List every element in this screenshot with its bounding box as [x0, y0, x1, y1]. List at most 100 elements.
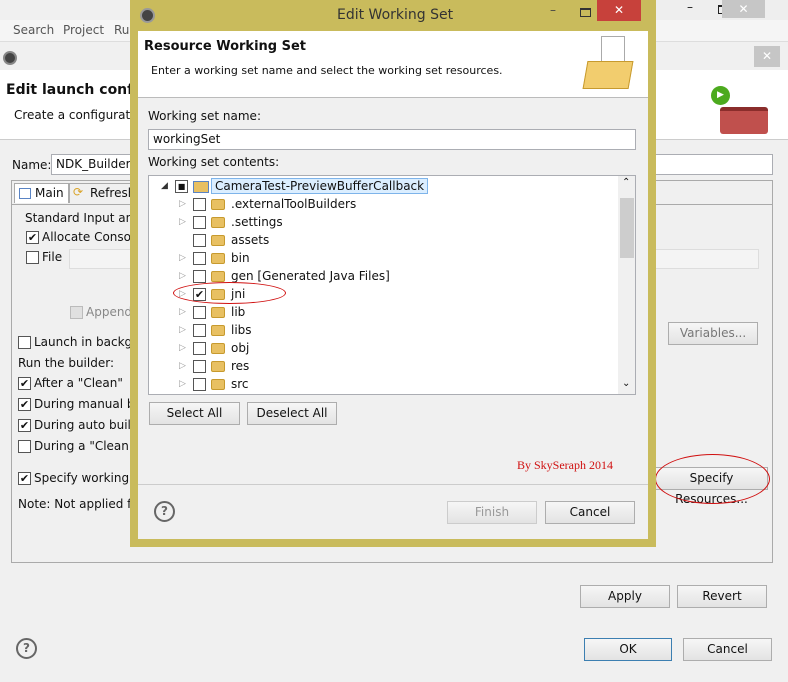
dialog-header-title: Resource Working Set: [144, 39, 307, 54]
item-label: obj: [231, 341, 250, 355]
item-checkbox[interactable]: [193, 216, 206, 229]
item-checkbox[interactable]: [193, 234, 206, 247]
dialog-title: Edit Working Set: [337, 7, 454, 23]
item-label: .settings: [231, 215, 283, 229]
launch-background-checkbox[interactable]: [18, 336, 31, 349]
collapse-icon[interactable]: ◢: [161, 181, 168, 191]
deselect-all-button[interactable]: Deselect All: [247, 402, 337, 425]
during-clean-checkbox[interactable]: [18, 440, 31, 453]
tree-item[interactable]: ▷ bin: [149, 250, 609, 268]
specify-working-set-checkbox[interactable]: ✔: [18, 472, 31, 485]
menu-project[interactable]: Project: [63, 23, 104, 37]
name-label: Working set name:: [148, 109, 261, 123]
run-builder-label: Run the builder:: [18, 356, 114, 370]
app-icon: [3, 51, 17, 65]
folder-icon: [211, 217, 225, 228]
header-desc: Create a configuration: [14, 108, 149, 122]
select-all-button[interactable]: Select All: [149, 402, 240, 425]
scrollbar-thumb[interactable]: [620, 198, 634, 258]
expand-icon[interactable]: ▷: [179, 217, 186, 227]
after-clean-label: After a "Clean": [34, 376, 123, 390]
folder-icon: [211, 379, 225, 390]
close-button[interactable]: ✕: [754, 46, 780, 67]
maximize-icon[interactable]: [580, 8, 591, 17]
allocate-console-checkbox[interactable]: ✔: [26, 231, 39, 244]
folder-icon: [211, 361, 225, 372]
apply-button[interactable]: Apply: [580, 585, 670, 608]
folder-icon: [211, 235, 225, 246]
folder-icon: [211, 199, 225, 210]
main-window-controls: – ✕: [655, 0, 788, 20]
after-clean-checkbox[interactable]: ✔: [18, 377, 31, 390]
expand-icon[interactable]: ▷: [179, 271, 186, 281]
folder-icon: [211, 325, 225, 336]
item-label: .externalToolBuilders: [231, 197, 357, 211]
item-checkbox[interactable]: [193, 306, 206, 319]
scroll-down-icon[interactable]: ⌄: [622, 378, 630, 389]
tree-item[interactable]: assets: [149, 232, 609, 250]
dialog-cancel-button[interactable]: Cancel: [545, 501, 635, 524]
file-label: File: [42, 250, 63, 264]
help-icon[interactable]: ?: [16, 638, 37, 659]
expand-icon[interactable]: ▷: [179, 253, 186, 263]
folder-icon: [211, 271, 225, 282]
expand-icon[interactable]: ▷: [179, 343, 186, 353]
append-checkbox[interactable]: [70, 306, 83, 319]
working-set-name-input[interactable]: workingSet: [148, 129, 636, 150]
tree-item[interactable]: ▷ .settings: [149, 214, 609, 232]
tab-main-label: Main: [35, 186, 64, 200]
tree-item[interactable]: ▷ res: [149, 358, 609, 376]
dialog-close-button[interactable]: ✕: [597, 0, 641, 21]
close-icon[interactable]: ✕: [722, 0, 765, 18]
ok-button[interactable]: OK: [584, 638, 672, 661]
during-clean-label: During a "Clean": [34, 439, 135, 453]
expand-icon[interactable]: ▷: [179, 199, 186, 209]
auto-build-checkbox[interactable]: ✔: [18, 419, 31, 432]
item-checkbox[interactable]: [193, 270, 206, 283]
revert-button[interactable]: Revert: [677, 585, 767, 608]
root-label: CameraTest-PreviewBufferCallback: [211, 178, 429, 194]
tree-item[interactable]: ▷ .externalToolBuilders: [149, 196, 609, 214]
tree-item[interactable]: ▷ obj: [149, 340, 609, 358]
item-checkbox[interactable]: [193, 342, 206, 355]
tab-refresh[interactable]: ⟳ Refresh: [69, 183, 139, 203]
item-checkbox[interactable]: [193, 360, 206, 373]
expand-icon[interactable]: ▷: [179, 325, 186, 335]
minimize-icon[interactable]: –: [687, 0, 693, 14]
item-checkbox[interactable]: [193, 378, 206, 391]
expand-icon[interactable]: ▷: [179, 361, 186, 371]
tab-main[interactable]: Main: [14, 183, 69, 203]
menu-search[interactable]: Search: [13, 23, 54, 37]
item-label: libs: [231, 323, 252, 337]
file-checkbox[interactable]: [26, 251, 39, 264]
footer-divider: [138, 484, 648, 485]
tree-item[interactable]: ▷ lib: [149, 304, 609, 322]
launch-background-label: Launch in backgro: [34, 335, 145, 349]
manual-build-checkbox[interactable]: ✔: [18, 398, 31, 411]
tree-item[interactable]: ▷ src: [149, 376, 609, 394]
allocate-console-label: Allocate Console: [42, 230, 142, 244]
project-folder-icon: [193, 181, 209, 193]
item-checkbox[interactable]: [193, 198, 206, 211]
scroll-up-icon[interactable]: ⌃: [622, 177, 630, 188]
help-icon[interactable]: ?: [154, 501, 175, 522]
expand-icon[interactable]: ▷: [179, 307, 186, 317]
tree-item[interactable]: ▷ libs: [149, 322, 609, 340]
tree-root[interactable]: ◢ ■ CameraTest-PreviewBufferCallback: [149, 178, 609, 196]
cancel-button[interactable]: Cancel: [683, 638, 772, 661]
item-checkbox[interactable]: [193, 252, 206, 265]
manual-build-label: During manual bu: [34, 397, 143, 411]
edit-working-set-dialog: Edit Working Set – ✕ Resource Working Se…: [130, 0, 656, 547]
vertical-scrollbar[interactable]: ⌃ ⌄: [618, 176, 635, 394]
expand-icon[interactable]: ▷: [179, 379, 186, 389]
item-label: assets: [231, 233, 270, 247]
finish-button[interactable]: Finish: [447, 501, 537, 524]
resource-tree[interactable]: ◢ ■ CameraTest-PreviewBufferCallback ▷ .e…: [148, 175, 636, 395]
dialog-header: Resource Working Set Enter a working set…: [138, 31, 648, 98]
item-checkbox[interactable]: [193, 324, 206, 337]
item-label: bin: [231, 251, 250, 265]
minimize-icon[interactable]: –: [550, 3, 556, 17]
root-checkbox[interactable]: ■: [175, 180, 188, 193]
variables-button[interactable]: Variables...: [668, 322, 758, 345]
dialog-body: Resource Working Set Enter a working set…: [138, 31, 648, 539]
